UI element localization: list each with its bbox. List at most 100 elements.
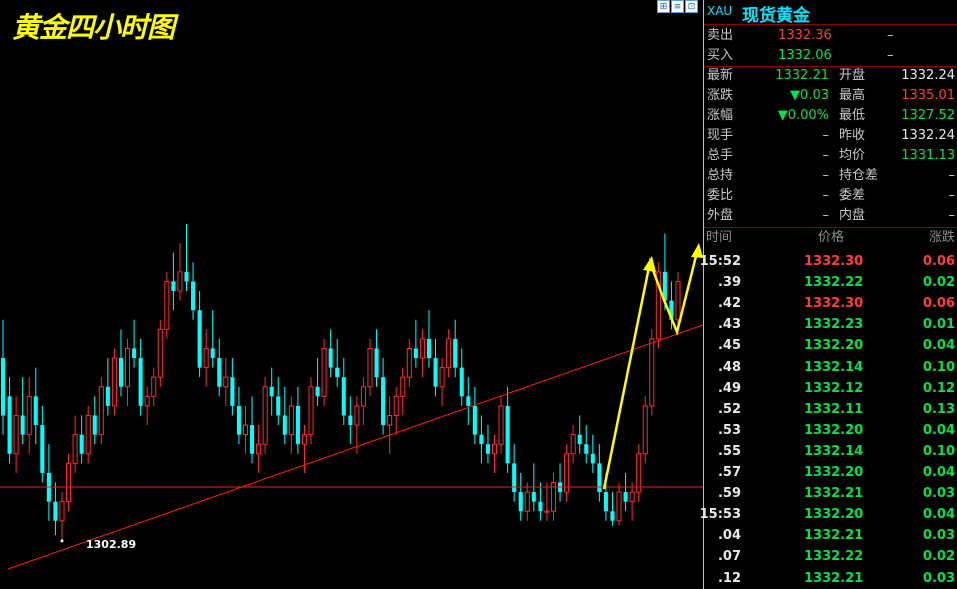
tick-change: 0.12 [922,380,955,396]
candle-body [472,405,477,435]
tick-change: 0.01 [922,317,955,333]
tick-price: 1332.23 [804,317,864,333]
tick-row[interactable]: .59 1332.21 0.03 [704,483,957,504]
tile-window-icon[interactable]: ⊞ [657,0,670,13]
candle-body [531,492,536,502]
tick-change: 0.03 [922,486,955,502]
tick-change: 0.02 [922,275,955,291]
candle-body [426,338,432,359]
stat-value: – [948,168,956,183]
candle-body [40,425,45,473]
candle-body [203,347,209,369]
tick-time: .43 [717,317,741,333]
tick-change: 0.03 [922,528,955,544]
stat-label: 开盘 [839,68,866,83]
candle-body [387,414,393,426]
tick-price: 1332.14 [804,443,864,459]
tick-row[interactable]: .12 1332.21 0.03 [704,568,957,589]
stat-label: 总手 [707,148,734,163]
tick-row[interactable]: .48 1332.14 0.10 [704,357,957,378]
candle-body [92,415,97,435]
candle-body [177,271,183,292]
candle-body [138,358,143,406]
candle-body [217,358,222,387]
candle-body [544,510,550,513]
candle-body [20,415,25,435]
candle-body [0,358,6,416]
stat-value: 1331.13 [901,148,955,163]
tick-row[interactable]: .53 1332.20 0.04 [704,420,957,441]
ticks-header: 时间 价格 涨跌 [704,228,957,248]
stat-value: – [822,168,830,183]
tick-time: .12 [717,570,741,586]
tick-row[interactable]: .52 1332.11 0.13 [704,399,957,420]
tick-row[interactable]: .04 1332.21 0.03 [704,525,957,546]
tick-row[interactable]: .43 1332.23 0.01 [704,314,957,335]
tick-row[interactable]: .42 1332.30 0.06 [704,293,957,314]
candle-body [184,271,189,282]
candle-body [223,376,229,388]
candle-body [675,280,681,321]
candles-group [0,224,681,543]
candle-body [33,396,38,426]
candle-body [151,376,157,397]
candle-body [242,424,249,436]
tick-price: 1332.20 [804,465,864,480]
tick-time: .07 [717,549,741,565]
candle-body [649,338,655,407]
candle-body [538,501,543,512]
candle-body [262,386,268,445]
low-point-marker [60,539,64,543]
candle-body [505,405,510,464]
stat-label: 最新 [707,68,734,83]
candle-body [144,395,150,407]
stat-value: 1332.24 [901,128,955,143]
stat-row: 外盘 – 内盘 – [704,206,957,226]
stat-value: – [822,128,830,143]
tick-row[interactable]: 15:52 1332.30 0.06 [700,251,957,272]
candlestick-chart[interactable]: 1302.89 黄金四小时图 ⊞ ≡ ⊡ [0,0,703,589]
candle-body [597,463,602,493]
tick-row[interactable]: .39 1332.22 0.02 [704,272,957,293]
candle-body [26,395,32,436]
stat-value: 1332.21 [775,68,829,83]
tick-time: .59 [717,486,741,502]
restore-window-icon[interactable]: ⊡ [685,0,698,13]
candle-body [197,310,202,368]
tick-row[interactable]: .55 1332.14 0.10 [704,441,957,462]
list-view-icon[interactable]: ≡ [671,0,684,13]
tick-row[interactable]: .57 1332.20 0.04 [704,462,957,483]
candle-body [249,425,255,454]
candle-body [321,347,327,397]
candle-body [446,338,452,369]
candle-body [308,386,314,436]
tick-time: .39 [717,275,741,291]
stat-label: 最低 [839,108,866,123]
stat-row: 现手 – 昨收 1332.24 [704,126,957,146]
tick-row[interactable]: 15:53 1332.20 0.04 [700,504,957,525]
tick-row[interactable]: .49 1332.12 0.12 [704,378,957,399]
candle-body [236,405,241,435]
stat-label: 最高 [839,88,866,103]
tick-price: 1332.30 [804,296,864,312]
candle-body [111,357,117,407]
tick-price: 1332.20 [804,338,864,354]
tick-time: 15:52 [699,254,741,269]
ticks-price-header: 价格 [818,230,845,245]
stat-label: 委差 [839,188,866,203]
stat-value: 1335.01 [901,88,955,103]
candle-body [433,358,438,387]
tick-time: .48 [717,359,741,375]
candle-body [584,444,589,454]
tick-row[interactable]: .07 1332.22 0.02 [704,546,957,567]
candle-body [7,396,12,454]
candle-body [256,443,262,455]
candle-body [439,367,445,388]
candle-body [98,386,104,436]
buy-row[interactable]: 买入 1332.06 – [704,46,957,66]
stat-value: – [822,148,830,163]
stat-label: 外盘 [707,208,734,223]
stat-value: ▼0.03 [790,88,829,103]
tick-row[interactable]: .45 1332.20 0.04 [704,335,957,356]
sell-row[interactable]: 卖出 1332.36 – [704,26,957,46]
